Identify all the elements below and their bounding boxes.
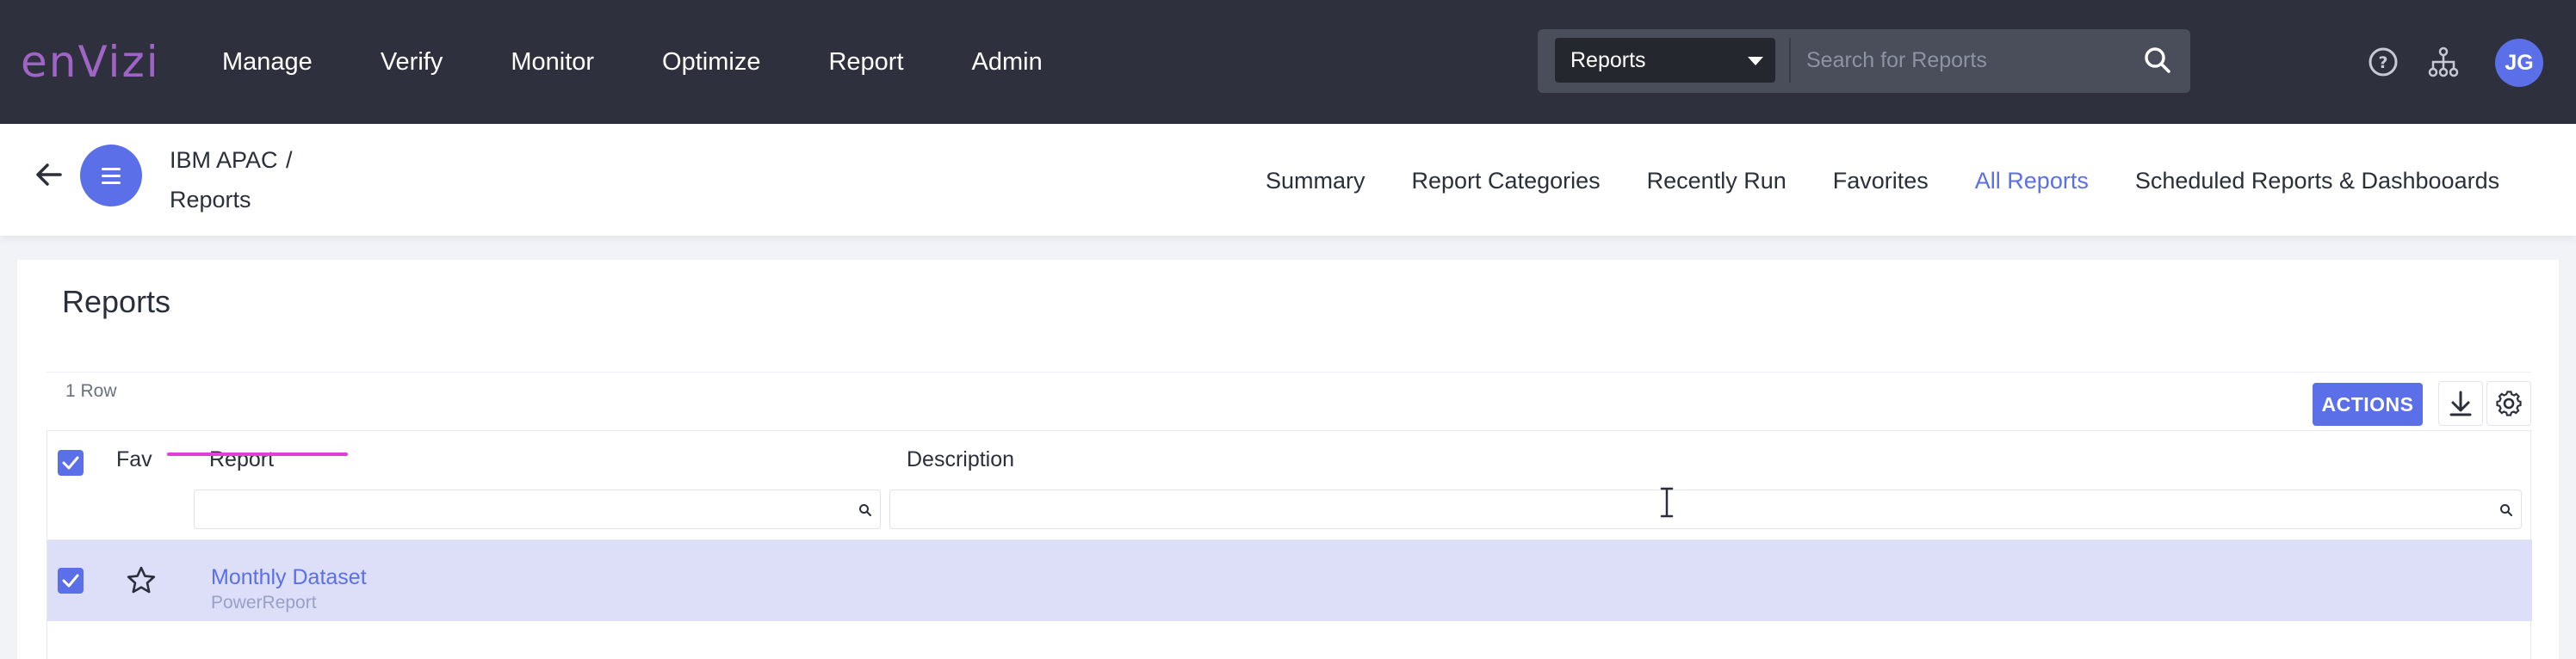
nav-manage[interactable]: Manage [222, 41, 313, 83]
search-scope-select[interactable]: Reports [1555, 38, 1775, 83]
breadcrumb-current: Reports [170, 187, 251, 212]
report-filter[interactable] [194, 490, 881, 529]
download-icon[interactable] [2438, 381, 2483, 426]
report-filter-input[interactable] [195, 490, 880, 528]
column-header-report[interactable]: Report [209, 443, 274, 476]
hamburger-menu-icon[interactable] [80, 145, 142, 206]
search-scope-value: Reports [1570, 48, 1646, 72]
nav-verify[interactable]: Verify [381, 41, 443, 83]
grid-toolbar: 1 Row ACTIONS [46, 372, 2531, 430]
tab-favorites[interactable]: Favorites [1833, 163, 1929, 198]
caret-down-icon [1748, 57, 1763, 65]
search-input[interactable] [1789, 38, 2133, 83]
description-filter[interactable] [889, 490, 2522, 529]
tab-recently-run[interactable]: Recently Run [1647, 163, 1786, 198]
text-cursor-icon [1660, 487, 1674, 518]
column-header-fav[interactable]: Fav [116, 443, 152, 476]
nav-report[interactable]: Report [828, 41, 903, 83]
settings-gear-icon[interactable] [2486, 381, 2531, 426]
breadcrumb-parent[interactable]: IBM APAC [170, 143, 278, 177]
favorite-star-icon[interactable] [125, 564, 158, 597]
breadcrumb-separator: / [286, 147, 293, 173]
filter-search-icon [2500, 504, 2512, 516]
highlight-underline [167, 453, 348, 456]
top-navigation-bar: enVizi Manage Verify Monitor Optimize Re… [0, 0, 2576, 124]
row-count: 1 Row [65, 381, 117, 401]
search-icon[interactable] [2140, 43, 2175, 77]
tab-scheduled-reports[interactable]: Scheduled Reports & Dashbooards [2135, 163, 2499, 198]
table-row[interactable]: Monthly Dataset PowerReport [47, 540, 2532, 621]
description-filter-input[interactable] [890, 490, 2521, 528]
nav-optimize[interactable]: Optimize [662, 41, 760, 83]
reports-table: Fav Report Description Monthly Dataset P… [46, 430, 2532, 659]
filter-search-icon [859, 504, 871, 516]
actions-button[interactable]: ACTIONS [2313, 383, 2423, 426]
help-icon[interactable]: ? [2366, 45, 2400, 79]
nav-monitor[interactable]: Monitor [511, 41, 594, 83]
tab-all-reports[interactable]: All Reports [1975, 163, 2089, 198]
table-header: Fav Report Description [47, 430, 2532, 540]
select-all-checkbox[interactable] [58, 450, 84, 476]
tab-report-categories[interactable]: Report Categories [1412, 163, 1601, 198]
envizi-logo[interactable]: enVizi [21, 38, 160, 86]
page-header: IBM APAC / Reports Summary Report Catego… [0, 124, 2576, 236]
page-title: Reports [62, 284, 171, 319]
reports-card: Reports 1 Row ACTIONS Fav Report Descrip… [17, 260, 2559, 659]
main-nav: Manage Verify Monitor Optimize Report Ad… [222, 41, 1111, 83]
report-type: PowerReport [211, 593, 317, 613]
report-name-link[interactable]: Monthly Dataset [211, 564, 367, 590]
report-tabs: Summary Report Categories Recently Run F… [1266, 163, 2546, 198]
row-select-checkbox[interactable] [58, 568, 84, 594]
user-avatar[interactable]: JG [2495, 39, 2543, 87]
nav-admin[interactable]: Admin [972, 41, 1043, 83]
column-header-description[interactable]: Description [907, 443, 1014, 476]
back-arrow-icon[interactable] [33, 158, 65, 191]
svg-text:?: ? [2378, 53, 2387, 72]
tab-summary[interactable]: Summary [1266, 163, 1365, 198]
hierarchy-icon[interactable] [2426, 45, 2461, 79]
global-search: Reports [1538, 29, 2190, 93]
